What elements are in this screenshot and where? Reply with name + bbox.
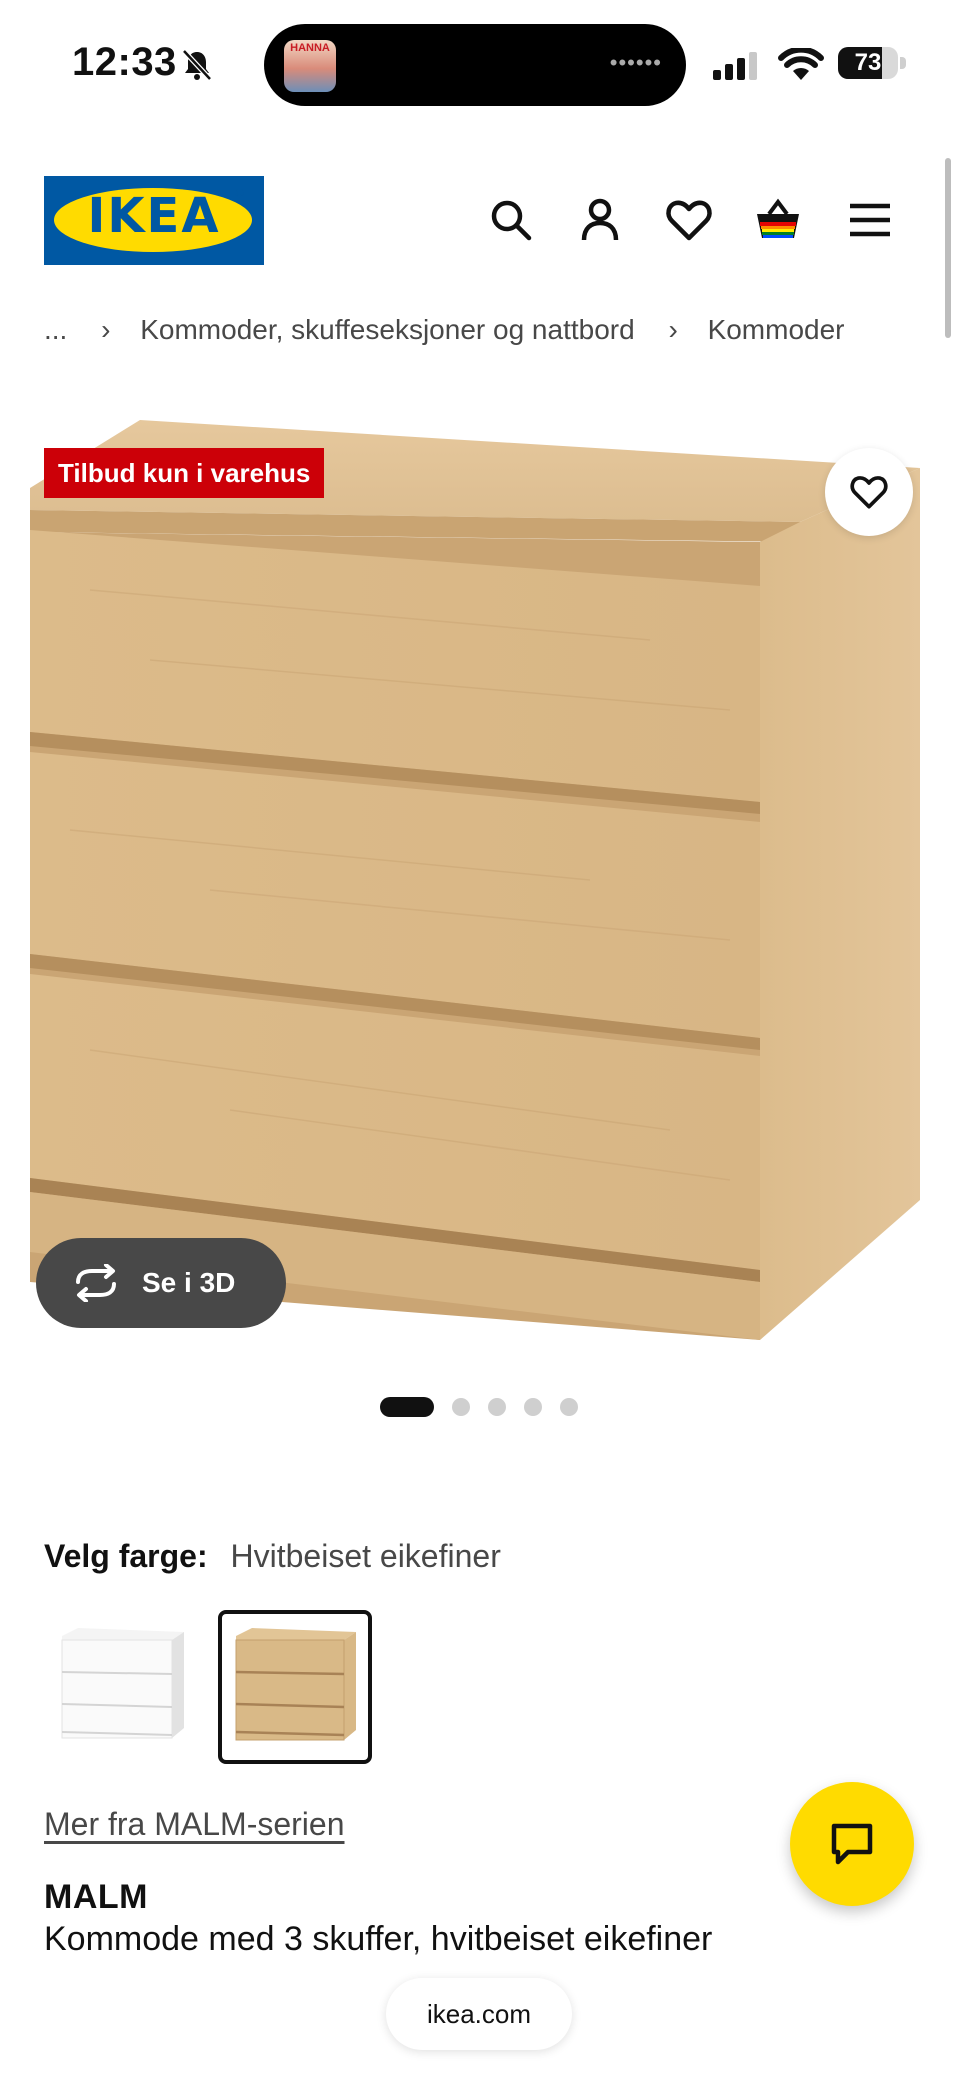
heart-icon <box>850 476 888 509</box>
menu-icon[interactable] <box>846 196 894 244</box>
color-picker-header: Velg farge: Hvitbeiset eikefiner <box>44 1538 501 1575</box>
breadcrumb-item-dressers-category[interactable]: Kommoder, skuffeseksjoner og nattbord <box>140 314 634 346</box>
account-icon[interactable] <box>576 196 624 244</box>
cellular-signal-icon <box>713 52 757 80</box>
logo-text: IKEA <box>87 188 221 244</box>
island-avatar: HANNA <box>284 40 336 92</box>
carousel-dot-active[interactable] <box>380 1397 434 1417</box>
breadcrumb: ... › Kommoder, skuffeseksjoner og nattb… <box>44 312 845 346</box>
chevron-right-icon: › <box>101 313 111 345</box>
carousel-dot[interactable] <box>488 1398 506 1416</box>
color-swatch-oak-selected[interactable] <box>218 1610 372 1764</box>
chevron-right-icon: › <box>668 313 678 345</box>
more-from-series-link[interactable]: Mer fra MALM-serien <box>44 1806 345 1843</box>
chat-bubble-icon <box>831 1823 873 1865</box>
bell-muted-icon <box>182 49 212 81</box>
view-in-3d-label: Se i 3D <box>142 1267 236 1298</box>
white-dresser-thumbnail <box>61 1628 184 1739</box>
wishlist-heart-icon[interactable] <box>665 196 713 244</box>
ikea-logo[interactable]: IKEA ® <box>44 176 264 265</box>
carousel-dot[interactable] <box>452 1398 470 1416</box>
wifi-icon <box>778 48 824 80</box>
battery-indicator: 73 <box>838 47 898 79</box>
carousel-dot[interactable] <box>560 1398 578 1416</box>
product-name: MALM <box>44 1878 148 1916</box>
island-dots: •••••• <box>609 50 662 75</box>
promo-badge: Tilbud kun i varehus <box>44 448 325 498</box>
selected-color-value: Hvitbeiset eikefiner <box>230 1538 501 1574</box>
view-in-3d-button[interactable]: Se i 3D <box>36 1238 286 1328</box>
rotate-3d-icon <box>76 1264 116 1302</box>
dynamic-island[interactable]: HANNA •••••• <box>264 24 686 106</box>
breadcrumb-item-ellipsis[interactable]: ... <box>44 314 67 346</box>
carousel-dot[interactable] <box>524 1398 542 1416</box>
battery-percent: 73 <box>854 49 882 76</box>
scrollbar-thumb[interactable] <box>945 158 951 338</box>
island-avatar-text: HANNA <box>290 42 330 54</box>
search-icon[interactable] <box>487 196 535 244</box>
breadcrumb-item-dressers[interactable]: Kommoder <box>708 314 845 346</box>
add-to-wishlist-button[interactable] <box>825 448 913 536</box>
color-swatch-white[interactable] <box>44 1610 198 1764</box>
logo-registered-mark: ® <box>235 186 244 200</box>
product-image-chest-of-drawers[interactable] <box>30 410 930 1350</box>
color-label: Velg farge: <box>44 1538 208 1574</box>
browser-url-bar[interactable]: ikea.com <box>386 1978 572 2050</box>
battery-cap <box>900 57 906 69</box>
status-time: 12:33 <box>72 40 177 84</box>
chat-button[interactable] <box>790 1782 914 1906</box>
oak-dresser-thumbnail <box>235 1628 356 1741</box>
cart-basket-icon[interactable] <box>754 196 802 244</box>
